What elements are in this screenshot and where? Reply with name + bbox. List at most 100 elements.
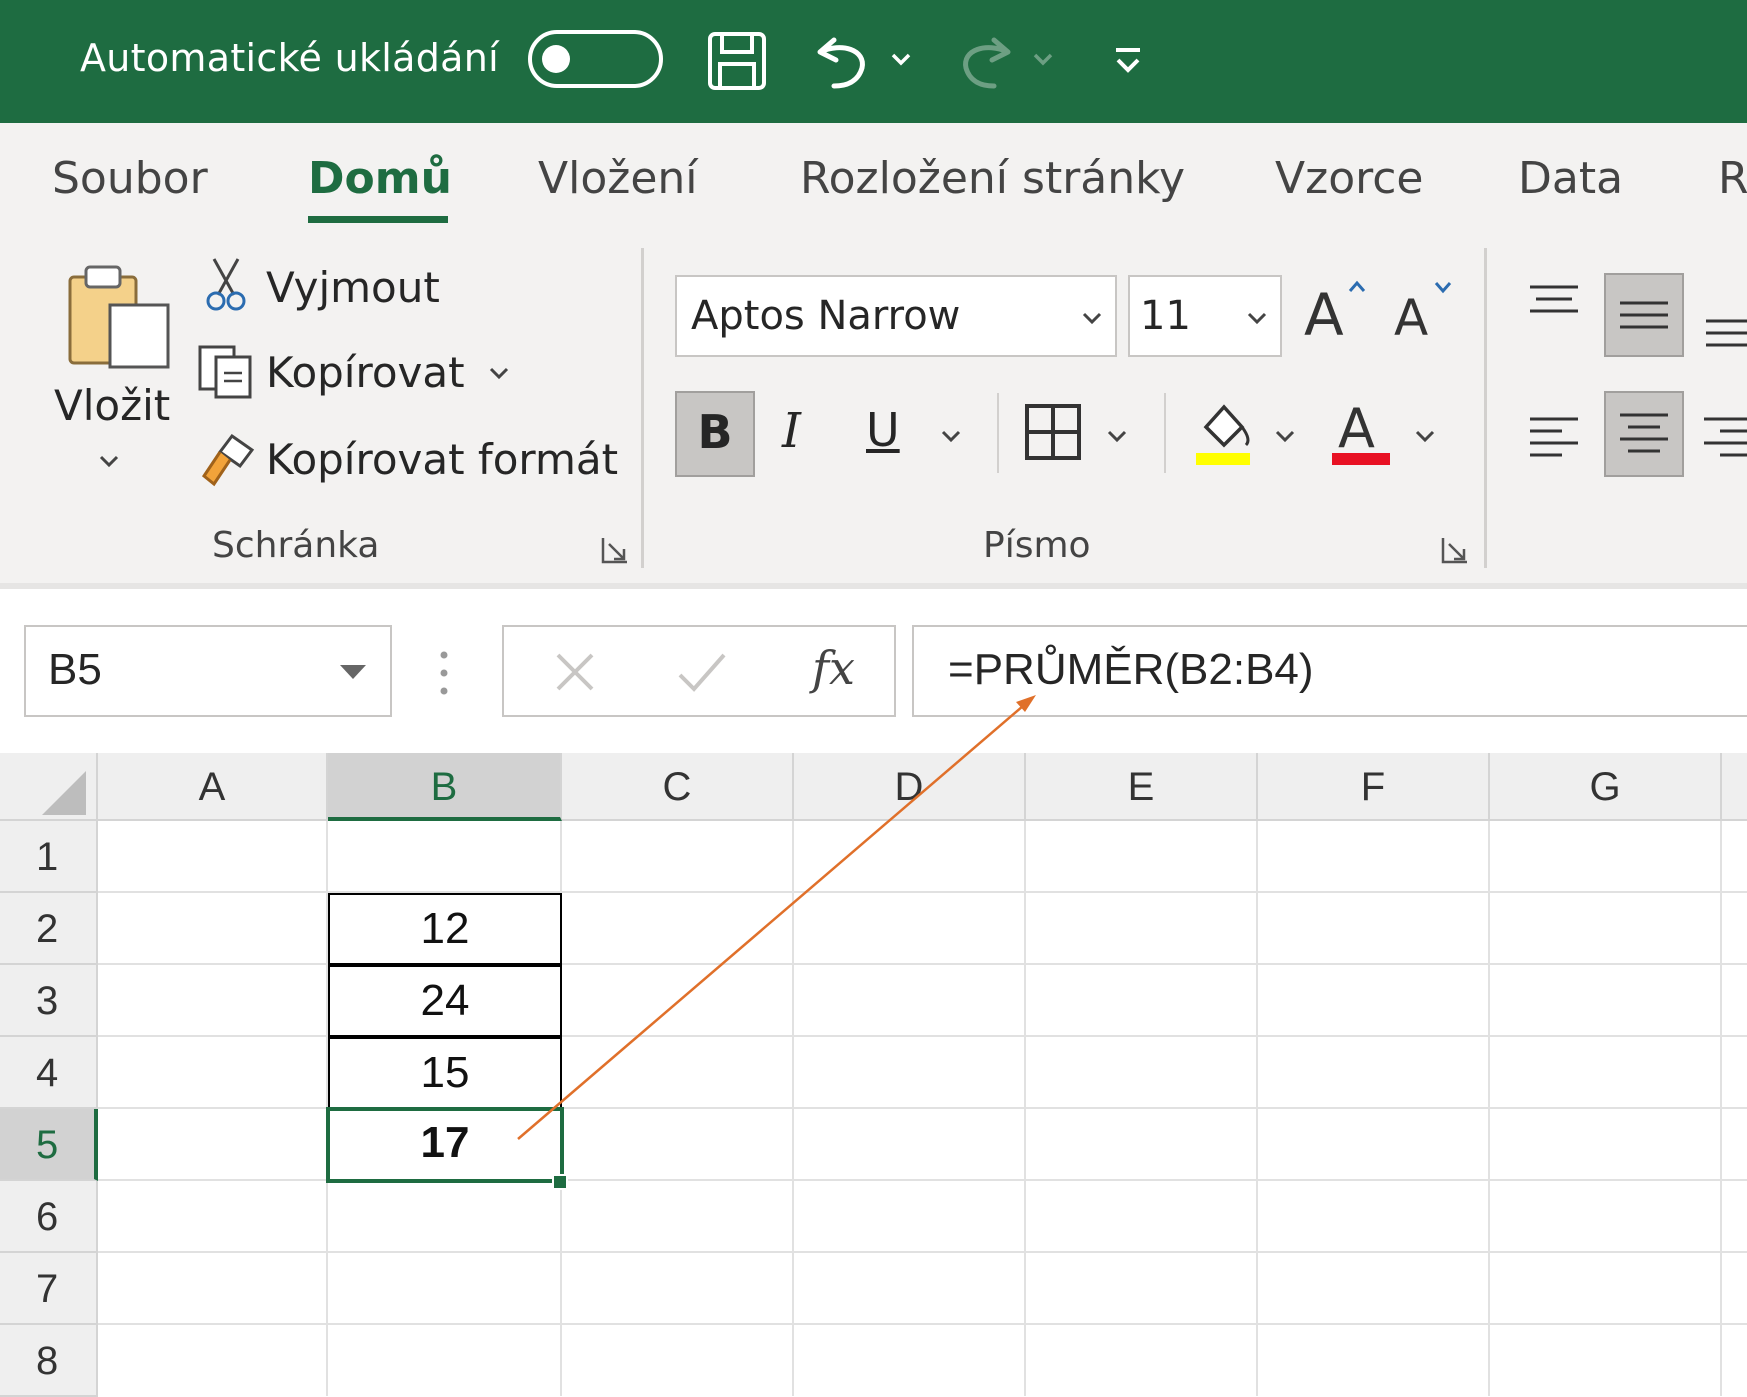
formula-buttons: fx [502,625,896,717]
group-separator [1484,248,1487,568]
formula-text: =PRŮMĚR(B2:B4) [948,645,1314,694]
autosave-label: Automatické ukládání [80,36,499,80]
row-header-8[interactable]: 8 [0,1325,98,1397]
name-box-value: B5 [48,645,102,694]
customize-quick-access-icon[interactable] [1110,42,1146,82]
borders-icon[interactable] [1024,403,1082,461]
font-color-icon[interactable]: A [1328,391,1394,471]
row-header-3[interactable]: 3 [0,965,98,1037]
name-box[interactable]: B5 [24,625,392,717]
paste-icon[interactable] [64,261,174,371]
row-header-5[interactable]: 5 [0,1109,98,1181]
tab-data[interactable]: Data [1518,153,1623,204]
align-bottom-icon[interactable] [1700,301,1747,351]
copy-icon[interactable] [196,343,256,401]
scissors-icon[interactable] [204,255,248,313]
svg-text:A: A [1394,289,1428,347]
chevron-down-icon[interactable] [1104,423,1130,449]
active-tab-indicator [308,216,448,223]
chevron-down-icon[interactable] [1412,423,1438,449]
fill-handle[interactable] [552,1174,568,1190]
separator [1164,393,1166,473]
align-right-icon[interactable] [1700,409,1747,469]
redo-icon[interactable] [956,30,1016,92]
gridline [1720,821,1722,1396]
cell-b4[interactable]: 15 [328,1037,562,1109]
font-name-value: Aptos Narrow [691,293,961,339]
separator [997,393,999,473]
copy-button-label[interactable]: Kopírovat [266,348,465,397]
font-size-combobox[interactable]: 11 [1128,275,1282,357]
cell-b3[interactable]: 24 [328,965,562,1037]
formula-input[interactable]: =PRŮMĚR(B2:B4) [912,625,1747,717]
tab-file[interactable]: Soubor [52,153,208,204]
column-header-b[interactable]: B [328,753,562,821]
row-header-2[interactable]: 2 [0,893,98,965]
undo-icon[interactable] [812,30,872,92]
fill-color-icon[interactable] [1190,391,1256,471]
align-center-button[interactable] [1604,391,1684,477]
gridline [1024,821,1026,1396]
insert-function-fx-icon[interactable]: fx [812,641,855,695]
column-header-f[interactable]: F [1258,753,1490,821]
bold-label: B [697,405,733,459]
chevron-down-icon[interactable] [938,423,964,449]
dialog-launcher-icon[interactable] [600,535,630,565]
autosave-toggle[interactable] [528,30,663,88]
increase-font-size-icon[interactable]: A [1302,273,1370,349]
chevron-down-icon[interactable] [1244,305,1270,331]
italic-button[interactable]: I [782,403,801,459]
svg-text:A: A [1304,281,1344,349]
chevron-down-icon[interactable] [1272,423,1298,449]
decrease-font-size-icon[interactable]: A [1392,273,1460,349]
font-size-value: 11 [1140,293,1191,339]
cut-button-label[interactable]: Vyjmout [266,263,440,312]
save-icon[interactable] [706,30,768,92]
row-header-7[interactable]: 7 [0,1253,98,1325]
gridline [1488,821,1490,1396]
row-header-1[interactable]: 1 [0,821,98,893]
cancel-x-icon[interactable] [550,647,600,697]
align-left-icon[interactable] [1524,409,1584,469]
ribbon: Soubor Domů Vložení Rozložení stránky Vz… [0,123,1747,583]
tab-home[interactable]: Domů [308,153,452,204]
tab-insert[interactable]: Vložení [538,153,698,204]
gridline [792,821,794,1396]
row-header-6[interactable]: 6 [0,1181,98,1253]
chevron-down-icon[interactable] [1079,305,1105,331]
more-options-dots-icon[interactable] [438,649,450,697]
column-header-e[interactable]: E [1026,753,1258,821]
formula-bar: B5 fx =PRŮMĚR(B2:B4) [0,583,1747,753]
column-header-h[interactable] [1722,753,1747,821]
paste-dropdown-chevron-icon[interactable] [96,448,122,474]
align-middle-button[interactable] [1604,273,1684,357]
tab-review[interactable]: R [1718,153,1747,204]
bold-button[interactable]: B [675,391,755,477]
tab-page-layout[interactable]: Rozložení stránky [800,153,1185,204]
column-header-d[interactable]: D [794,753,1026,821]
cell-b2[interactable]: 12 [328,893,562,965]
row-header-4[interactable]: 4 [0,1037,98,1109]
caret-down-icon[interactable] [338,661,368,683]
font-group-label: Písmo [983,525,1091,566]
align-top-icon[interactable] [1524,281,1584,331]
select-all-corner[interactable] [0,753,98,821]
format-painter-icon[interactable] [196,428,260,490]
worksheet-grid: A B C D E F G 1 2 3 4 5 6 7 8 12 24 15 1… [0,753,1747,1397]
column-header-g[interactable]: G [1490,753,1722,821]
tab-formulas[interactable]: Vzorce [1275,153,1424,204]
dialog-launcher-icon[interactable] [1440,535,1470,565]
clipboard-group-label: Schránka [212,525,380,566]
column-header-a[interactable]: A [98,753,328,821]
copy-dropdown-chevron-icon[interactable] [486,360,512,386]
format-painter-label[interactable]: Kopírovat formát [266,435,618,484]
redo-dropdown-chevron-icon[interactable] [1030,46,1056,72]
underline-button[interactable]: U [866,403,900,457]
autosave-toggle-knob [542,45,570,73]
paste-button-label[interactable]: Vložit [54,381,170,430]
undo-dropdown-chevron-icon[interactable] [888,46,914,72]
font-name-combobox[interactable]: Aptos Narrow [675,275,1117,357]
enter-checkmark-icon[interactable] [674,647,730,697]
column-header-c[interactable]: C [562,753,794,821]
cell-b5-active[interactable]: 17 [326,1107,564,1183]
